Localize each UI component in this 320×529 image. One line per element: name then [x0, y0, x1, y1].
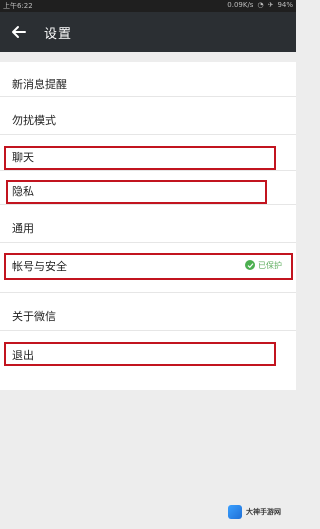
setting-new-message-notifications[interactable]: 新消息提醒 — [12, 76, 67, 92]
network-speed: 0.09K/s — [227, 1, 254, 9]
highlight-privacy — [6, 180, 267, 204]
divider — [0, 134, 296, 135]
back-button[interactable] — [8, 21, 30, 43]
setting-do-not-disturb[interactable]: 勿扰模式 — [12, 112, 56, 128]
setting-label: 通用 — [12, 222, 34, 235]
battery-text: 94% — [277, 1, 293, 9]
highlight-chat — [4, 146, 276, 170]
watermark-logo-icon — [228, 505, 242, 519]
page-title: 设置 — [44, 27, 73, 42]
setting-about-wechat[interactable]: 关于微信 — [12, 308, 56, 324]
divider — [0, 292, 296, 293]
app-bar: 设置 — [0, 12, 296, 52]
divider — [0, 242, 296, 243]
setting-label: 勿扰模式 — [12, 114, 56, 127]
status-time: 上午6:22 — [3, 2, 33, 10]
setting-label: 新消息提醒 — [12, 78, 67, 91]
highlight-logout — [4, 342, 276, 366]
airplane-icon: ✈ — [267, 1, 274, 9]
setting-label: 关于微信 — [12, 310, 56, 323]
divider — [0, 170, 296, 171]
watermark-text: 大神手游网 — [246, 507, 281, 517]
divider — [0, 330, 296, 331]
status-bar: 上午6:22 0.09K/s ◔ ✈ 94% — [0, 0, 296, 12]
setting-general[interactable]: 通用 — [12, 220, 34, 236]
arrow-left-icon — [12, 26, 26, 38]
divider — [0, 96, 296, 97]
account-security-badge-text: 已保护 — [258, 260, 282, 270]
wifi-icon: ◔ — [257, 1, 264, 9]
settings-list: 新消息提醒 勿扰模式 聊天 隐私 通用 帐号与安全 关于微信 退出 — [0, 62, 296, 390]
account-security-status: 已保护 — [245, 258, 282, 272]
divider — [0, 204, 296, 205]
site-watermark: 大神手游网 — [228, 502, 290, 522]
watermark-line-1: 大神手游网 — [246, 508, 281, 516]
shield-check-icon — [245, 260, 255, 270]
status-icons: 0.09K/s ◔ ✈ 94% — [227, 1, 293, 9]
